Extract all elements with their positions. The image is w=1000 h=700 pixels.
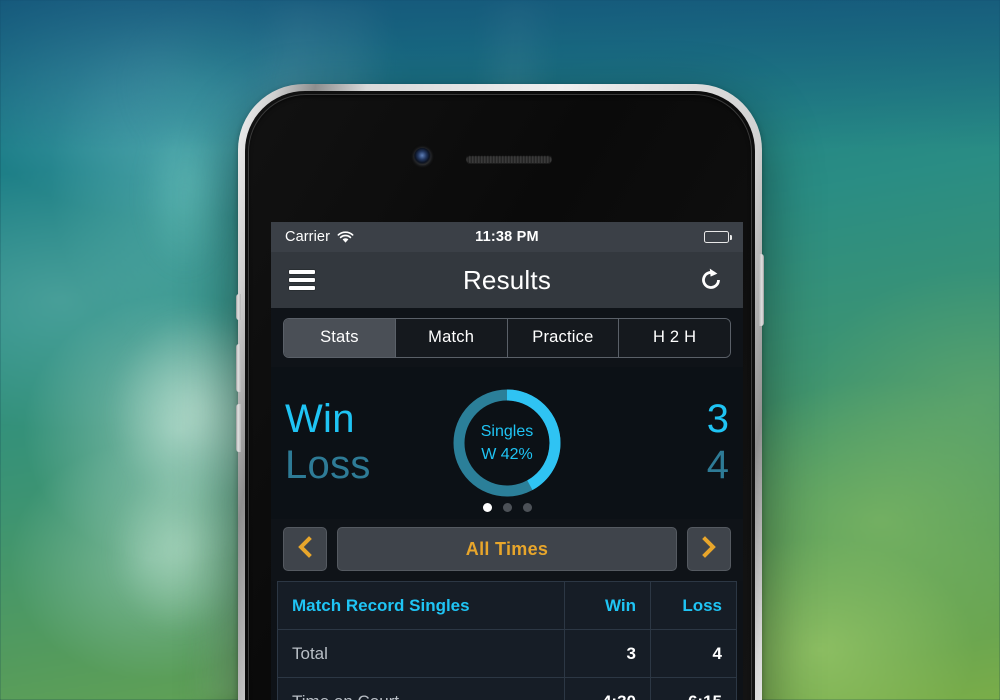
navigation-bar: Results (271, 252, 743, 308)
page-dot-1[interactable] (482, 503, 492, 512)
chevron-left-icon (297, 535, 313, 563)
row-label-time-on-court: Time on Court (277, 677, 565, 700)
table-row[interactable]: Total 3 4 (277, 629, 737, 678)
tab-stats[interactable]: Stats (284, 319, 396, 357)
phone-device: Carrier 11:38 PM Results Stats Match Pra… (236, 84, 764, 700)
chevron-right-icon (701, 535, 717, 563)
row-win-time-on-court: 4:30 (564, 677, 651, 700)
row-loss-time-on-court: 6:15 (650, 677, 737, 700)
table-body: Total 3 4 Time on Court 4:30 6:15 (277, 629, 737, 700)
volume-down-button[interactable] (236, 404, 241, 452)
app-screen: Carrier 11:38 PM Results Stats Match Pra… (271, 222, 743, 700)
previous-period-button[interactable] (283, 527, 327, 571)
win-value: 3 (706, 397, 729, 442)
loss-label: Loss (285, 443, 371, 487)
hamburger-bar (289, 270, 315, 274)
row-win-total: 3 (564, 629, 651, 678)
period-value[interactable]: All Times (337, 527, 677, 571)
page-indicator-dots[interactable] (271, 503, 743, 512)
win-label: Win (285, 397, 355, 442)
donut-title: Singles (480, 422, 534, 440)
status-bar-right (704, 231, 732, 243)
page-dot-3[interactable] (522, 503, 532, 512)
next-period-button[interactable] (687, 527, 731, 571)
win-loss-values: 3 4 (579, 397, 729, 488)
donut-center-label: Singles W 42% (448, 384, 566, 502)
match-record-table-container: Match Record Singles Win Loss Total 3 4 … (271, 581, 743, 700)
tab-h2h[interactable]: H 2 H (619, 319, 730, 357)
win-loss-summary: Win Loss Singles W 42% 3 4 (271, 367, 743, 519)
wifi-icon (337, 230, 354, 244)
refresh-icon[interactable] (697, 266, 725, 294)
battery-icon (704, 231, 732, 243)
row-loss-total: 4 (650, 629, 737, 678)
silent-switch[interactable] (236, 294, 241, 320)
power-button[interactable] (759, 254, 764, 326)
tab-bar-container: Stats Match Practice H 2 H (271, 308, 743, 367)
phone-front-face: Carrier 11:38 PM Results Stats Match Pra… (245, 91, 755, 700)
carrier-label: Carrier (285, 229, 331, 245)
row-label-total: Total (277, 629, 565, 678)
win-loss-labels: Win Loss (285, 397, 435, 488)
table-header-loss: Loss (650, 581, 737, 630)
table-header-row: Match Record Singles Win Loss (277, 581, 737, 630)
tab-practice[interactable]: Practice (507, 319, 620, 357)
win-percentage-donut-chart[interactable]: Singles W 42% (448, 384, 566, 502)
donut-chart-container[interactable]: Singles W 42% (435, 384, 579, 502)
donut-subtitle: W 42% (481, 446, 533, 463)
volume-up-button[interactable] (236, 344, 241, 392)
table-header-title: Match Record Singles (277, 581, 565, 630)
earpiece-speaker (466, 155, 552, 163)
table-header: Match Record Singles Win Loss (277, 581, 737, 630)
page-title: Results (462, 264, 552, 295)
tab-match[interactable]: Match (395, 319, 508, 357)
table-row[interactable]: Time on Court 4:30 6:15 (277, 677, 737, 700)
hamburger-menu-icon[interactable] (289, 266, 315, 294)
loss-value: 4 (706, 443, 729, 487)
match-record-table: Match Record Singles Win Loss Total 3 4 … (277, 581, 737, 700)
period-selector: All Times (271, 519, 743, 581)
hamburger-bar (289, 286, 315, 290)
front-camera-icon (414, 148, 431, 165)
hamburger-bar (289, 278, 315, 282)
page-dot-2[interactable] (502, 503, 512, 512)
status-bar: Carrier 11:38 PM (271, 222, 743, 252)
segmented-tab-bar: Stats Match Practice H 2 H (283, 318, 731, 358)
table-header-win: Win (564, 581, 651, 630)
